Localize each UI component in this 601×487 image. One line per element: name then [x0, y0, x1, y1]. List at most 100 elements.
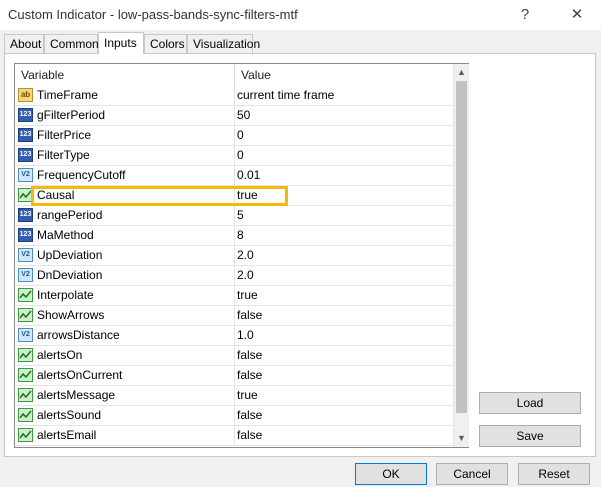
table-row[interactable]: V2 FrequencyCutoff 0.01	[15, 166, 453, 186]
value-cell[interactable]: false	[235, 426, 453, 445]
table-row[interactable]: ab TimeFrame current time frame	[15, 86, 453, 106]
column-header-variable[interactable]: Variable	[15, 64, 235, 86]
variable-name: FilterType	[37, 148, 90, 162]
variable-cell: ab TimeFrame	[15, 86, 235, 105]
reset-button[interactable]: Reset	[518, 463, 590, 485]
tab-colors[interactable]: Colors	[144, 34, 187, 53]
value-cell[interactable]: false	[235, 346, 453, 365]
value-cell[interactable]: true	[235, 186, 453, 205]
bool-type-icon	[18, 428, 33, 442]
close-button[interactable]: ✕	[563, 3, 591, 25]
variable-name: alertsSound	[37, 408, 102, 422]
variable-name: gFilterPeriod	[37, 108, 106, 122]
table-row[interactable]: alertsMessage true	[15, 386, 453, 406]
variable-name: UpDeviation	[37, 248, 103, 262]
string-type-icon: ab	[18, 88, 33, 102]
ok-button[interactable]: OK	[355, 463, 427, 485]
table-row[interactable]: 123 rangePeriod 5	[15, 206, 453, 226]
title-bar: Custom Indicator - low-pass-bands-sync-f…	[0, 0, 601, 30]
scroll-up-icon[interactable]: ▲	[454, 64, 469, 80]
variable-cell: 123 MaMethod	[15, 226, 235, 245]
value-cell[interactable]: 5	[235, 206, 453, 225]
double-type-icon: V2	[18, 268, 33, 282]
value-cell[interactable]: 50	[235, 106, 453, 125]
variable-cell: 123 gFilterPeriod	[15, 106, 235, 125]
parameter-grid[interactable]: Variable Value ab TimeFrame current time f…	[14, 63, 469, 448]
integer-type-icon: 123	[18, 108, 33, 122]
integer-type-icon: 123	[18, 208, 33, 222]
integer-type-icon: 123	[18, 228, 33, 242]
variable-cell: Interpolate	[15, 286, 235, 305]
grid-header: Variable Value	[15, 64, 453, 86]
bool-type-icon	[18, 348, 33, 362]
table-row[interactable]: alertsEmail false	[15, 426, 453, 446]
value-cell[interactable]: 2.0	[235, 266, 453, 285]
cancel-button[interactable]: Cancel	[436, 463, 508, 485]
column-header-value[interactable]: Value	[235, 64, 453, 86]
variable-name: ShowArrows	[37, 308, 105, 322]
load-button[interactable]: Load	[479, 392, 581, 414]
table-row[interactable]: 123 gFilterPeriod 50	[15, 106, 453, 126]
value-cell[interactable]: false	[235, 406, 453, 425]
bool-type-icon	[18, 368, 33, 382]
double-type-icon: V2	[18, 328, 33, 342]
variable-name: alertsMessage	[37, 388, 116, 402]
value-cell[interactable]: 0.01	[235, 166, 453, 185]
table-row[interactable]: alertsOn false	[15, 346, 453, 366]
help-button[interactable]: ?	[511, 3, 539, 25]
tab-visualization[interactable]: Visualization	[187, 34, 260, 53]
grid-scrollbar[interactable]: ▲ ▼	[453, 64, 469, 447]
save-button[interactable]: Save	[479, 425, 581, 447]
table-row[interactable]: Causal true	[15, 186, 453, 206]
tab-inputs[interactable]: Inputs	[98, 32, 144, 54]
variable-cell: alertsOnCurrent	[15, 366, 235, 385]
integer-type-icon: 123	[18, 148, 33, 162]
variable-cell: 123 rangePeriod	[15, 206, 235, 225]
value-cell[interactable]: true	[235, 386, 453, 405]
variable-cell: 123 FilterType	[15, 146, 235, 165]
table-row[interactable]: ShowArrows false	[15, 306, 453, 326]
variable-cell: 123 FilterPrice	[15, 126, 235, 145]
value-cell[interactable]: 8	[235, 226, 453, 245]
value-cell[interactable]: 0	[235, 126, 453, 145]
scroll-down-icon[interactable]: ▼	[454, 430, 469, 446]
variable-cell: Causal	[15, 186, 235, 205]
tab-common[interactable]: Common	[44, 34, 99, 53]
table-row[interactable]: 123 FilterPrice 0	[15, 126, 453, 146]
table-row[interactable]: 123 MaMethod 8	[15, 226, 453, 246]
value-cell[interactable]: 2.0	[235, 246, 453, 265]
variable-name: FilterPrice	[37, 128, 92, 142]
bool-type-icon	[18, 288, 33, 302]
table-row[interactable]: alertsSound false	[15, 406, 453, 426]
value-cell[interactable]: true	[235, 286, 453, 305]
table-row[interactable]: Interpolate true	[15, 286, 453, 306]
double-type-icon: V2	[18, 248, 33, 262]
variable-cell: alertsOn	[15, 346, 235, 365]
bool-type-icon	[18, 388, 33, 402]
variable-cell: ShowArrows	[15, 306, 235, 325]
bool-type-icon	[18, 408, 33, 422]
value-cell[interactable]: false	[235, 306, 453, 325]
table-row[interactable]: V2 arrowsDistance 1.0	[15, 326, 453, 346]
tab-about[interactable]: About	[4, 34, 44, 53]
variable-name: Causal	[37, 188, 75, 202]
value-cell[interactable]: 1.0	[235, 326, 453, 345]
variable-cell: alertsSound	[15, 406, 235, 425]
value-cell[interactable]: false	[235, 366, 453, 385]
value-cell[interactable]: 0	[235, 146, 453, 165]
variable-cell: alertsMessage	[15, 386, 235, 405]
value-cell[interactable]: current time frame	[235, 86, 453, 105]
variable-name: alertsOnCurrent	[37, 368, 123, 382]
table-row[interactable]: 123 FilterType 0	[15, 146, 453, 166]
table-row[interactable]: V2 DnDeviation 2.0	[15, 266, 453, 286]
double-type-icon: V2	[18, 168, 33, 182]
variable-cell: V2 FrequencyCutoff	[15, 166, 235, 185]
table-row[interactable]: alertsOnCurrent false	[15, 366, 453, 386]
table-row[interactable]: V2 UpDeviation 2.0	[15, 246, 453, 266]
variable-name: MaMethod	[37, 228, 94, 242]
scroll-thumb[interactable]	[456, 81, 467, 413]
variable-name: Interpolate	[37, 288, 94, 302]
integer-type-icon: 123	[18, 128, 33, 142]
variable-name: FrequencyCutoff	[37, 168, 126, 182]
variable-name: TimeFrame	[37, 88, 98, 102]
